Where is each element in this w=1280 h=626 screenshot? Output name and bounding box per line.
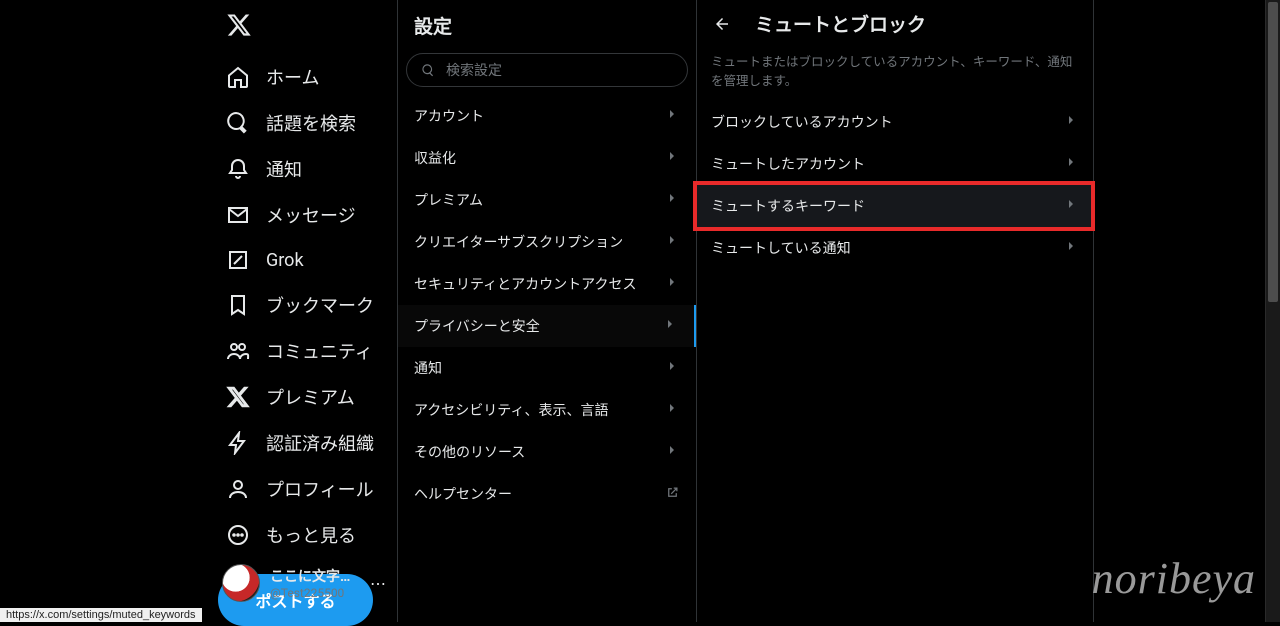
chevron-right-icon: [1063, 154, 1079, 174]
account-switcher[interactable]: ここに文字を入力しま @Test225500 ⋯: [214, 556, 394, 610]
nav-label: メッセージ: [266, 202, 356, 228]
settings-item[interactable]: 通知: [398, 347, 696, 389]
chevron-right-icon: [664, 274, 680, 294]
external-link-icon: [665, 485, 680, 504]
settings-item-label: プレミアム: [414, 190, 483, 210]
nav-item-communities[interactable]: コミュニティ: [218, 328, 389, 374]
nav-label: もっと見る: [266, 522, 356, 548]
grok-icon: [226, 248, 250, 272]
profile-icon: [226, 477, 250, 501]
settings-item[interactable]: プレミアム: [398, 179, 696, 221]
settings-item[interactable]: セキュリティとアカウントアクセス: [398, 263, 696, 305]
nav-label: コミュニティ: [266, 338, 373, 364]
settings-item-label: アカウント: [414, 106, 484, 126]
settings-item-label: セキュリティとアカウントアクセス: [414, 274, 636, 294]
nav-label: 認証済み組織: [266, 430, 374, 456]
display-name: ここに文字を入力しま: [270, 566, 360, 586]
detail-column: ミュートとブロック ミュートまたはブロックしているアカウント、キーワード、通知を…: [697, 0, 1094, 622]
settings-item-label: クリエイターサブスクリプション: [414, 232, 623, 252]
nav-item-home[interactable]: ホーム: [218, 54, 389, 100]
settings-item[interactable]: アクセシビリティ、表示、言語: [398, 389, 696, 431]
status-bar: https://x.com/settings/muted_keywords: [0, 608, 202, 622]
settings-item[interactable]: プライバシーと安全: [398, 305, 696, 347]
x-logo[interactable]: [218, 4, 389, 54]
detail-title: ミュートとブロック: [755, 10, 926, 37]
chevron-right-icon: [662, 316, 678, 336]
chevron-right-icon: [1063, 238, 1079, 258]
notifications-icon: [226, 157, 250, 181]
settings-item-label: プライバシーと安全: [414, 316, 540, 336]
detail-item-label: ミュートするキーワード: [711, 196, 865, 216]
detail-item-label: ミュートしたアカウント: [711, 154, 865, 174]
detail-item[interactable]: ミュートしている通知: [697, 227, 1093, 269]
settings-title: 設定: [398, 0, 696, 47]
nav-item-premium[interactable]: プレミアム: [218, 374, 389, 420]
settings-item[interactable]: アカウント: [398, 95, 696, 137]
avatar: [222, 564, 260, 602]
nav-item-grok[interactable]: Grok: [218, 238, 389, 282]
chevron-right-icon: [664, 106, 680, 126]
chevron-right-icon: [1063, 196, 1079, 216]
chevron-right-icon: [664, 358, 680, 378]
nav-label: プロフィール: [266, 476, 374, 502]
orgs-icon: [226, 431, 250, 455]
settings-item-label: アクセシビリティ、表示、言語: [414, 400, 608, 420]
settings-item[interactable]: その他のリソース: [398, 431, 696, 473]
chevron-right-icon: [664, 232, 680, 252]
home-icon: [226, 65, 250, 89]
nav-item-bookmarks[interactable]: ブックマーク: [218, 282, 389, 328]
nav-label: 話題を検索: [266, 110, 356, 136]
settings-item[interactable]: 収益化: [398, 137, 696, 179]
nav-item-messages[interactable]: メッセージ: [218, 192, 389, 238]
bookmarks-icon: [226, 293, 250, 317]
settings-search[interactable]: [406, 53, 688, 87]
scrollbar-thumb[interactable]: [1268, 2, 1278, 302]
more-icon: [226, 523, 250, 547]
nav-item-explore[interactable]: 話題を検索: [218, 100, 389, 146]
nav-item-profile[interactable]: プロフィール: [218, 466, 389, 512]
premium-icon: [226, 385, 250, 409]
nav-item-more[interactable]: もっと見る: [218, 512, 389, 558]
settings-item[interactable]: クリエイターサブスクリプション: [398, 221, 696, 263]
nav-label: プレミアム: [266, 384, 355, 410]
chevron-right-icon: [664, 400, 680, 420]
detail-item[interactable]: ミュートするキーワード: [697, 185, 1093, 227]
settings-item-label: 収益化: [414, 148, 456, 168]
settings-item[interactable]: ヘルプセンター: [398, 473, 696, 515]
nav-item-notifications[interactable]: 通知: [218, 146, 389, 192]
chevron-right-icon: [664, 442, 680, 462]
nav-item-orgs[interactable]: 認証済み組織: [218, 420, 389, 466]
chevron-right-icon: [664, 190, 680, 210]
chevron-right-icon: [1063, 112, 1079, 132]
settings-item-label: 通知: [414, 358, 442, 378]
messages-icon: [226, 203, 250, 227]
communities-icon: [226, 339, 250, 363]
settings-item-label: その他のリソース: [414, 442, 525, 462]
detail-item-label: ミュートしている通知: [711, 238, 851, 258]
nav-label: ブックマーク: [266, 292, 374, 318]
settings-search-input[interactable]: [446, 62, 673, 78]
nav-label: Grok: [266, 250, 304, 271]
detail-item[interactable]: ブロックしているアカウント: [697, 101, 1093, 143]
chevron-right-icon: [664, 148, 680, 168]
detail-item[interactable]: ミュートしたアカウント: [697, 143, 1093, 185]
back-button[interactable]: [709, 11, 735, 37]
search-icon: [421, 63, 436, 78]
settings-item-label: ヘルプセンター: [414, 484, 512, 504]
detail-item-label: ブロックしているアカウント: [711, 112, 893, 132]
primary-nav: ホーム話題を検索通知メッセージ Grok ブックマークコミュニティプレミアム認証済み…: [210, 0, 397, 622]
more-icon: ⋯: [370, 574, 386, 593]
handle: @Test225500: [270, 586, 360, 600]
scrollbar[interactable]: [1265, 0, 1280, 622]
settings-column: 設定 アカウント収益化プレミアムクリエイターサブスクリプションセキュリティとアカ…: [397, 0, 697, 622]
nav-label: ホーム: [266, 64, 319, 90]
explore-icon: [226, 111, 250, 135]
detail-description: ミュートまたはブロックしているアカウント、キーワード、通知を管理します。: [697, 45, 1093, 101]
nav-label: 通知: [266, 156, 302, 182]
